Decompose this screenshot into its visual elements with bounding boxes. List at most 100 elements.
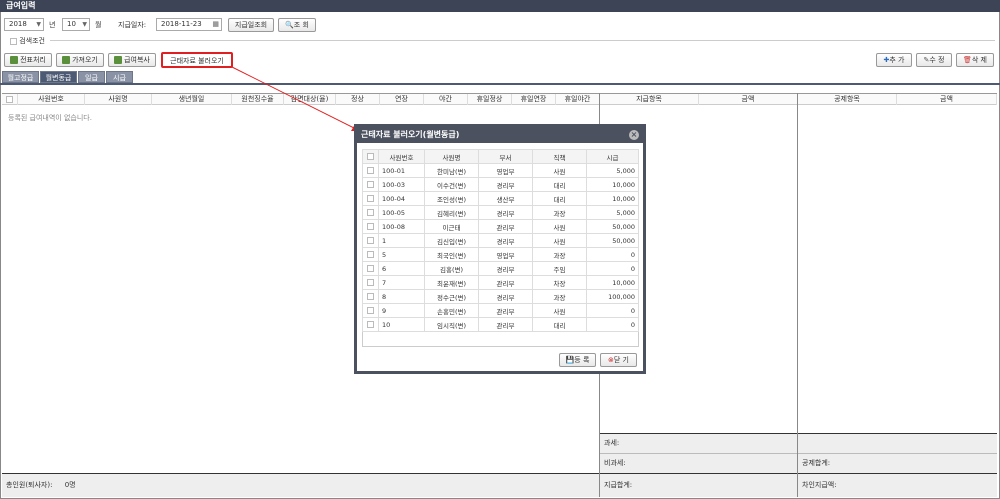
dialog-row[interactable]: 100-05 김혜리(변) 경리부 과장 5,000 xyxy=(362,205,639,220)
cell-hourly-wage: 5,000 xyxy=(586,205,639,220)
row-checkbox-cell[interactable] xyxy=(362,303,379,318)
cell-position: 대리 xyxy=(532,177,587,192)
dialog-row[interactable]: 100-04 조인성(변) 생산부 대리 10,000 xyxy=(362,191,639,206)
cell-hourly-wage: 0 xyxy=(586,317,639,332)
cell-employee-id: 9 xyxy=(378,303,425,318)
close-button[interactable]: ⊗닫 기 xyxy=(600,353,637,367)
register-label: 등 록 xyxy=(574,356,590,364)
cell-employee-id: 1 xyxy=(378,233,425,248)
dialog-row[interactable]: 6 김홍(변) 경리부 주임 0 xyxy=(362,261,639,276)
dialog-col-hourly-wage[interactable]: 시급 xyxy=(586,149,639,164)
cell-employee-name: 손홍민(변) xyxy=(424,303,479,318)
dialog-row[interactable]: 10 임시직(변) 관리부 대리 0 xyxy=(362,317,639,332)
row-checkbox-cell[interactable] xyxy=(362,163,379,178)
cell-department: 경리부 xyxy=(478,205,533,220)
cell-department: 경리부 xyxy=(478,261,533,276)
cell-hourly-wage: 100,000 xyxy=(586,289,639,304)
cell-department: 경리부 xyxy=(478,289,533,304)
cell-department: 관리부 xyxy=(478,219,533,234)
row-checkbox[interactable] xyxy=(367,237,374,244)
cell-department: 생산부 xyxy=(478,191,533,206)
cell-hourly-wage: 0 xyxy=(586,303,639,318)
cell-department: 관리부 xyxy=(478,275,533,290)
row-checkbox[interactable] xyxy=(367,223,374,230)
cell-hourly-wage: 0 xyxy=(586,247,639,262)
cell-position: 대리 xyxy=(532,317,587,332)
row-checkbox-cell[interactable] xyxy=(362,233,379,248)
dialog-row[interactable]: 7 최윤재(변) 관리부 차장 10,000 xyxy=(362,275,639,290)
dialog-row[interactable]: 9 손홍민(변) 관리부 사원 0 xyxy=(362,303,639,318)
cell-position: 사원 xyxy=(532,163,587,178)
dialog-row[interactable]: 100-03 이수건(변) 경리부 대리 10,000 xyxy=(362,177,639,192)
cell-hourly-wage: 0 xyxy=(586,261,639,276)
row-checkbox[interactable] xyxy=(367,265,374,272)
cell-position: 과장 xyxy=(532,289,587,304)
row-checkbox-cell[interactable] xyxy=(362,317,379,332)
register-button[interactable]: 💾등 록 xyxy=(559,353,596,367)
cell-hourly-wage: 10,000 xyxy=(586,275,639,290)
cell-position: 과장 xyxy=(532,205,587,220)
row-checkbox-cell[interactable] xyxy=(362,275,379,290)
row-checkbox[interactable] xyxy=(367,167,374,174)
cell-position: 과장 xyxy=(532,247,587,262)
cell-employee-name: 임시직(변) xyxy=(424,317,479,332)
row-checkbox[interactable] xyxy=(367,251,374,258)
cell-department: 관리부 xyxy=(478,317,533,332)
save-icon: 💾 xyxy=(565,356,575,364)
row-checkbox[interactable] xyxy=(367,209,374,216)
dialog-title: 근태자료 불러오기(월변동급) xyxy=(357,127,643,143)
cell-employee-name: 김혜리(변) xyxy=(424,205,479,220)
cell-employee-id: 5 xyxy=(378,247,425,262)
close-icon[interactable]: × xyxy=(629,130,639,140)
dialog-col-employee-name[interactable]: 사원명 xyxy=(424,149,479,164)
dialog-col-department[interactable]: 부서 xyxy=(478,149,533,164)
cell-employee-name: 최윤재(변) xyxy=(424,275,479,290)
row-checkbox[interactable] xyxy=(367,195,374,202)
cell-department: 관리부 xyxy=(478,303,533,318)
dialog-row[interactable]: 100-08 이근태 관리부 사원 50,000 xyxy=(362,219,639,234)
cell-position: 사원 xyxy=(532,233,587,248)
cell-employee-id: 10 xyxy=(378,317,425,332)
cell-employee-name: 김홍(변) xyxy=(424,261,479,276)
cell-employee-name: 최국인(변) xyxy=(424,247,479,262)
row-checkbox-cell[interactable] xyxy=(362,219,379,234)
cell-employee-id: 7 xyxy=(378,275,425,290)
row-checkbox[interactable] xyxy=(367,293,374,300)
cell-employee-id: 100-01 xyxy=(378,163,425,178)
row-checkbox-cell[interactable] xyxy=(362,191,379,206)
dialog-row[interactable]: 1 김신입(변) 경리부 사원 50,000 xyxy=(362,233,639,248)
dialog-col-position[interactable]: 직책 xyxy=(532,149,587,164)
cell-hourly-wage: 5,000 xyxy=(586,163,639,178)
cell-department: 영업부 xyxy=(478,247,533,262)
dialog-select-all-checkbox[interactable] xyxy=(367,153,374,160)
cell-position: 대리 xyxy=(532,191,587,206)
cell-hourly-wage: 50,000 xyxy=(586,233,639,248)
dialog-col-employee-id[interactable]: 사원번호 xyxy=(378,149,425,164)
cell-employee-name: 이수건(변) xyxy=(424,177,479,192)
cell-position: 사원 xyxy=(532,219,587,234)
row-checkbox[interactable] xyxy=(367,279,374,286)
dialog-row[interactable]: 100-01 한미남(변) 영업부 사원 5,000 xyxy=(362,163,639,178)
cell-department: 경리부 xyxy=(478,177,533,192)
dialog-row[interactable]: 5 최국인(변) 영업부 과장 0 xyxy=(362,247,639,262)
load-attendance-dialog: 근태자료 불러오기(월변동급) × 사원번호 사원명 부서 직책 시급 100-… xyxy=(354,124,646,374)
row-checkbox-cell[interactable] xyxy=(362,247,379,262)
row-checkbox-cell[interactable] xyxy=(362,205,379,220)
cell-employee-id: 100-03 xyxy=(378,177,425,192)
row-checkbox-cell[interactable] xyxy=(362,177,379,192)
cell-employee-name: 한미남(변) xyxy=(424,163,479,178)
dialog-select-all[interactable] xyxy=(362,149,379,164)
row-checkbox[interactable] xyxy=(367,321,374,328)
cell-employee-name: 정수근(변) xyxy=(424,289,479,304)
row-checkbox[interactable] xyxy=(367,181,374,188)
dialog-grid-header: 사원번호 사원명 부서 직책 시급 xyxy=(362,149,639,164)
cell-position: 주임 xyxy=(532,261,587,276)
cell-employee-name: 이근태 xyxy=(424,219,479,234)
cell-employee-id: 100-08 xyxy=(378,219,425,234)
row-checkbox-cell[interactable] xyxy=(362,289,379,304)
row-checkbox[interactable] xyxy=(367,307,374,314)
row-checkbox-cell[interactable] xyxy=(362,261,379,276)
cell-employee-name: 조인성(변) xyxy=(424,191,479,206)
dialog-row[interactable]: 8 정수근(변) 경리부 과장 100,000 xyxy=(362,289,639,304)
cell-employee-id: 100-05 xyxy=(378,205,425,220)
